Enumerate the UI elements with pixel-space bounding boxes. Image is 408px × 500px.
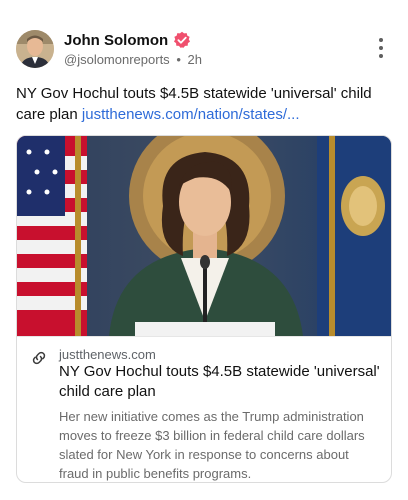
avatar[interactable] bbox=[16, 30, 54, 68]
verified-badge-icon bbox=[174, 31, 191, 48]
link-preview-card[interactable]: justthenews.com NY Gov Hochul touts $4.5… bbox=[16, 135, 392, 483]
post: John Solomon @jsolomonreports • 2h NY Go… bbox=[0, 0, 408, 500]
card-title[interactable]: NY Gov Hochul touts $4.5B statewide 'uni… bbox=[59, 362, 381, 402]
separator-dot: • bbox=[176, 52, 181, 67]
more-vertical-icon[interactable] bbox=[376, 38, 386, 58]
card-description: Her new initiative comes as the Trump ad… bbox=[59, 409, 365, 481]
author-info: John Solomon @jsolomonreports • 2h bbox=[64, 31, 202, 68]
author-handle[interactable]: @jsolomonreports bbox=[64, 52, 170, 67]
post-header: John Solomon @jsolomonreports • 2h bbox=[16, 30, 392, 70]
link-icon bbox=[32, 351, 46, 365]
author-name[interactable]: John Solomon bbox=[64, 32, 168, 49]
post-link[interactable]: justthenews.com/nation/states/... bbox=[82, 106, 300, 123]
card-image[interactable] bbox=[17, 136, 392, 336]
post-time: 2h bbox=[187, 52, 202, 67]
card-body: justthenews.com NY Gov Hochul touts $4.5… bbox=[17, 336, 391, 482]
card-domain: justthenews.com bbox=[59, 347, 156, 362]
handle-row: @jsolomonreports • 2h bbox=[64, 52, 202, 67]
post-text: NY Gov Hochul touts $4.5B statewide 'uni… bbox=[16, 83, 394, 125]
